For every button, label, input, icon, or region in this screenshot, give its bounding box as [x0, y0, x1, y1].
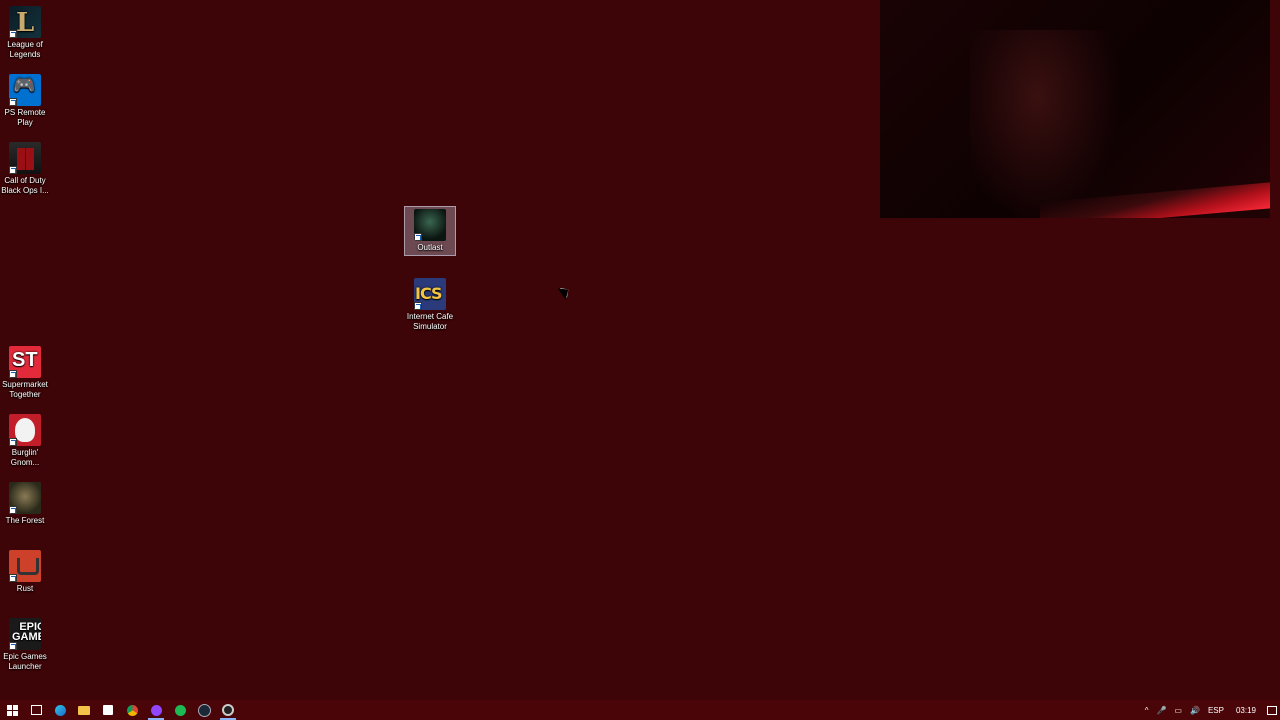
taskbar-spotify[interactable]: [168, 700, 192, 720]
taskbar-obs[interactable]: [216, 700, 240, 720]
taskbar: ^ 🎤 ▭ 🔊 ESP 03:19: [0, 700, 1280, 720]
desktop-icon-label: Epic Games Launcher: [3, 652, 47, 671]
epic-games-icon: EPIC GAMES: [9, 618, 41, 650]
ps-remote-play-icon: 🎮: [9, 74, 41, 106]
outlast-icon: [414, 209, 446, 241]
start-button[interactable]: [0, 700, 24, 720]
store-icon: [103, 705, 113, 715]
burglin-gnomes-icon: [9, 414, 41, 446]
desktop-icon-label: Call of Duty Black Ops I...: [1, 176, 49, 195]
desktop-icon-label: Internet Cafe Simulator: [406, 312, 454, 331]
rust-icon: [9, 550, 41, 582]
obs-icon: [222, 704, 234, 716]
folder-icon: [78, 705, 90, 715]
network-icon[interactable]: ▭: [1170, 706, 1186, 715]
taskbar-chrome[interactable]: [120, 700, 144, 720]
mouse-cursor-icon: [560, 284, 572, 298]
twitch-icon: [150, 704, 162, 716]
desktop-icon-label: Rust: [16, 584, 34, 593]
microphone-icon[interactable]: 🎤: [1152, 706, 1170, 715]
notification-icon: [1267, 705, 1277, 715]
desktop-icon-label: The Forest: [5, 516, 45, 525]
steam-icon: [197, 703, 211, 717]
desktop-icon-ps-remote-play[interactable]: 🎮 PS Remote Play: [0, 74, 50, 128]
taskbar-steam[interactable]: [192, 700, 216, 720]
clock[interactable]: 03:19: [1228, 706, 1264, 715]
desktop-icon-outlast[interactable]: Outlast: [404, 206, 456, 256]
desktop-icon-the-forest[interactable]: The Forest: [0, 482, 50, 526]
desktop-icon-label: PS Remote Play: [4, 108, 46, 127]
desktop-icon-rust[interactable]: Rust: [0, 550, 50, 594]
desktop-icon-epic-games-launcher[interactable]: EPIC GAMES Internet Cafe Simulator Epic …: [0, 618, 50, 672]
task-view-button[interactable]: [24, 700, 48, 720]
taskbar-edge[interactable]: [48, 700, 72, 720]
call-of-duty-icon: [9, 142, 41, 174]
desktop-icon-label: Outlast: [417, 243, 443, 252]
windows-icon: [6, 704, 18, 716]
notification-button[interactable]: [1264, 700, 1280, 720]
supermarket-together-icon: ST: [9, 346, 41, 378]
spotify-icon: [174, 704, 186, 716]
desktop-icon-burglin-gnomes[interactable]: Burglin' Gnom...: [0, 414, 50, 468]
chevron-up-icon[interactable]: ^: [1141, 706, 1153, 715]
system-tray: ^ 🎤 ▭ 🔊 ESP 03:19: [1141, 700, 1280, 720]
desktop[interactable]: L League of Legends 🎮 PS Remote Play Cal…: [0, 0, 1280, 700]
taskbar-store[interactable]: [96, 700, 120, 720]
the-forest-icon: [9, 482, 41, 514]
edge-icon: [54, 704, 66, 716]
language-indicator[interactable]: ESP: [1204, 706, 1228, 715]
webcam-overlay: [880, 0, 1270, 218]
chrome-icon: [126, 704, 138, 716]
task-view-icon: [30, 705, 42, 715]
desktop-icon-internet-cafe-simulator[interactable]: ICS Internet Cafe Simulator: [405, 278, 455, 332]
taskbar-twitch[interactable]: [144, 700, 168, 720]
desktop-icon-label: Burglin' Gnom...: [10, 448, 40, 467]
desktop-icon-call-of-duty[interactable]: Call of Duty Black Ops I...: [0, 142, 50, 196]
desktop-icon-league-of-legends[interactable]: L League of Legends: [0, 6, 50, 60]
desktop-icon-label: Supermarket Together: [2, 380, 48, 399]
desktop-icon-label: League of Legends: [7, 40, 43, 59]
internet-cafe-simulator-icon: ICS: [414, 278, 446, 310]
taskbar-file-explorer[interactable]: [72, 700, 96, 720]
league-of-legends-icon: L: [9, 6, 41, 38]
webcam-person: [970, 30, 1120, 218]
desktop-icon-supermarket-together[interactable]: ST Supermarket Together: [0, 346, 50, 400]
volume-icon[interactable]: 🔊: [1186, 706, 1204, 715]
